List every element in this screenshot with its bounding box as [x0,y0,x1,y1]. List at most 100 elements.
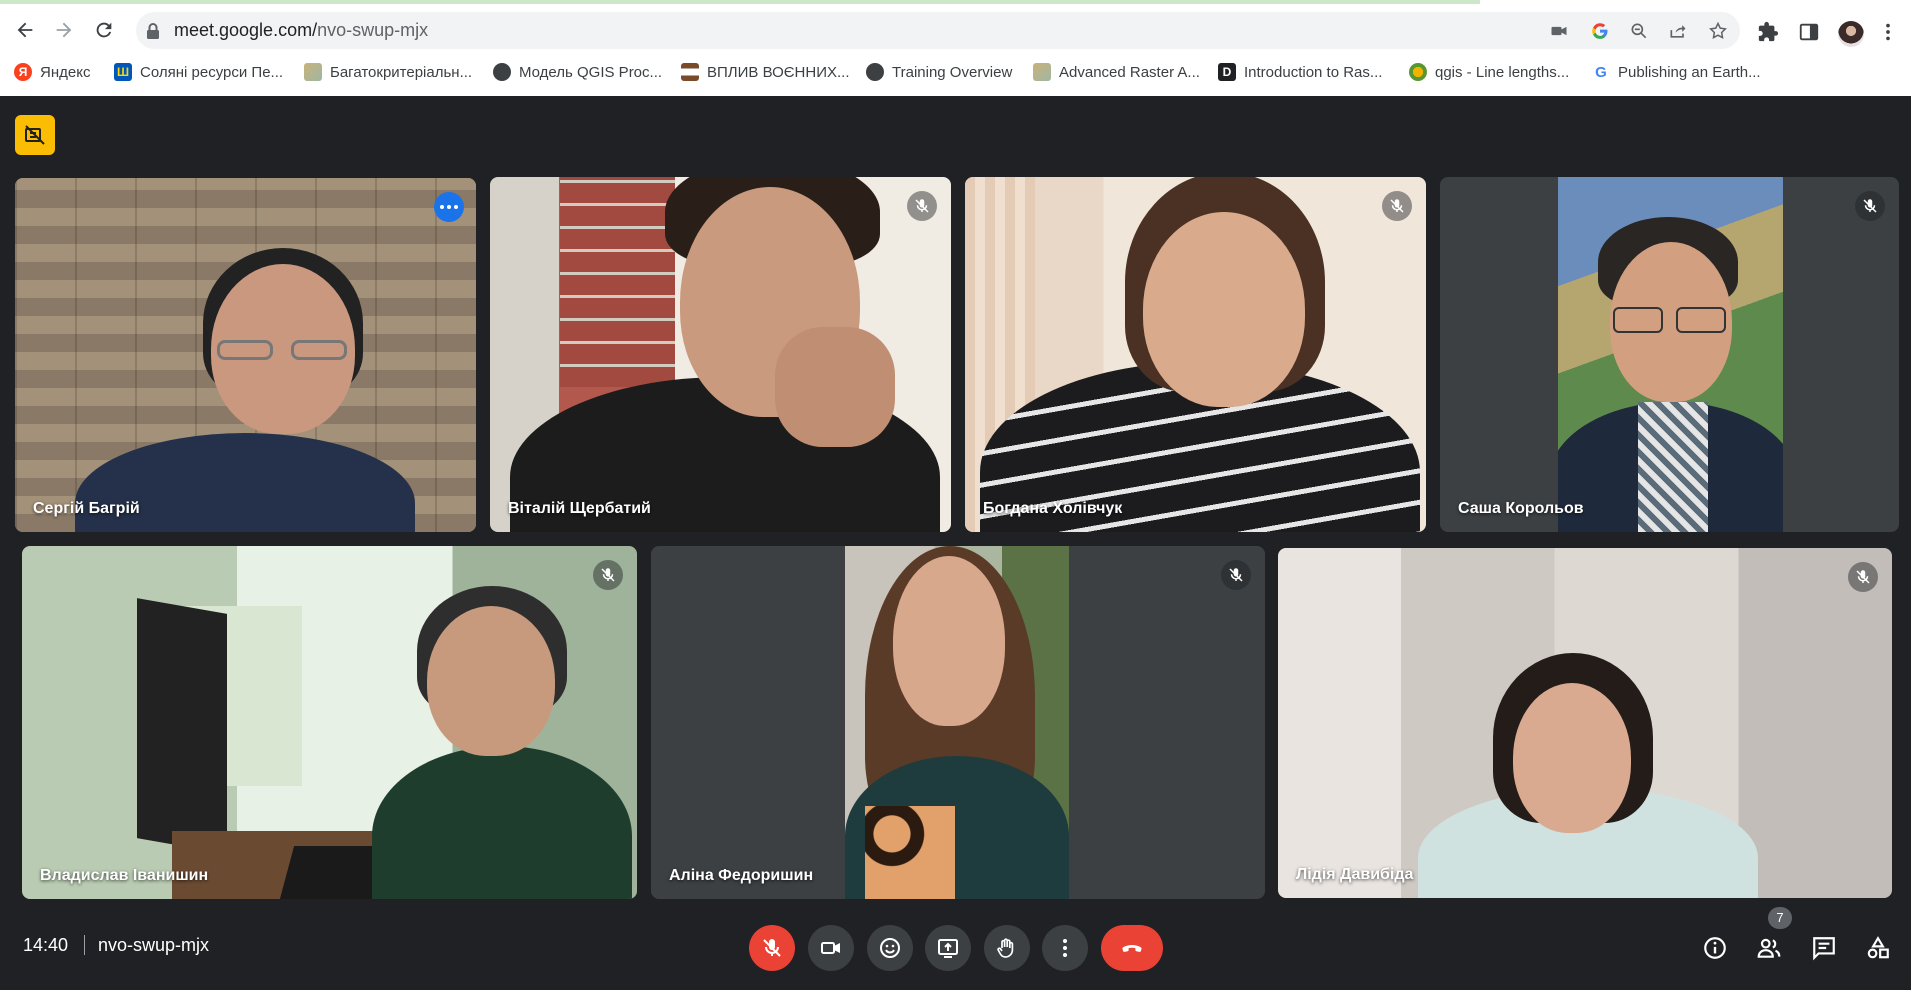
participant-video [22,546,637,899]
arrow-right-icon [56,22,72,38]
leave-call-button[interactable] [1101,925,1163,971]
page-load-progress [0,0,1480,4]
participant-video [1558,177,1783,532]
present-screen-icon [938,939,958,958]
bookmark-star-icon[interactable] [1707,20,1729,42]
meeting-code: nvo-swup-mjx [98,935,210,955]
mic-off-icon [1382,191,1412,221]
browser-toolbar: meet.google.com/nvo-swup-mjx [0,8,1911,50]
bookmark-item[interactable]: qgis - Line lengths... [1409,60,1569,84]
participant-name: Сергій Багрій [33,500,140,517]
browser-menu-icon[interactable] [1876,20,1900,44]
d-icon: D [1218,63,1236,81]
more-options-icon[interactable] [434,192,464,222]
mic-off-icon [593,560,623,590]
participant-tile[interactable]: Аліна Федоришин [651,546,1265,899]
more-vertical-icon [1063,939,1067,957]
bookmark-label: ВПЛИВ ВОЄННИХ... [707,63,850,81]
divider [84,935,85,955]
qgis-icon [1409,63,1427,81]
mic-off-icon [907,191,937,221]
google-lens-icon[interactable] [1589,20,1611,42]
meeting-clock: 14:40 [23,935,69,955]
lock-icon [147,23,159,39]
participant-tile[interactable]: Віталій Щербатий [490,177,951,532]
participant-name: Саша Корольов [1458,500,1584,517]
zoom-icon[interactable] [1628,20,1650,42]
participant-tile[interactable]: Лідія Давибіда [1278,548,1892,898]
microphone-toggle-button[interactable] [749,925,795,971]
participant-video [845,546,1069,899]
more-options-button[interactable] [1042,925,1088,971]
map-icon [1033,63,1051,81]
chat-icon [1813,937,1835,961]
emoji-icon [880,938,900,958]
video-camera-icon [821,942,840,954]
bookmark-item[interactable]: Я Яндекс [14,60,90,84]
bookmark-item[interactable]: Багатокритеріальн... [304,60,472,84]
globe-icon [493,63,511,81]
camera-blocked-icon[interactable] [1548,20,1570,42]
people-button[interactable] [1754,933,1784,963]
map-icon [304,63,322,81]
bookmark-item[interactable]: Training Overview [866,60,1012,84]
reactions-button[interactable] [867,925,913,971]
bookmark-label: Training Overview [892,63,1013,81]
meeting-details-button[interactable] [1700,933,1730,963]
participant-name: Богдана Холівчук [983,500,1123,517]
info-icon [1704,937,1726,959]
chat-button[interactable] [1809,933,1839,963]
extensions-icon[interactable] [1756,20,1780,44]
participant-name: Лідія Давибіда [1296,866,1414,883]
mic-off-icon [1855,191,1885,221]
no-camera-icon [25,125,45,145]
url-text[interactable]: meet.google.com/nvo-swup-mjx [174,20,428,41]
browser-chrome: meet.google.com/nvo-swup-mjx Я Яндекс Ш … [0,0,1911,96]
participant-tile[interactable]: Владислав Іванишин [22,546,637,899]
back-button[interactable] [9,14,41,46]
participant-video [15,178,476,532]
camera-toggle-button[interactable] [808,925,854,971]
side-panel-icon[interactable] [1797,20,1821,44]
bookmark-label: Publishing an Earth... [1618,63,1761,81]
bookmark-label: Advanced Raster A... [1059,63,1200,81]
participant-name: Владислав Іванишин [40,867,209,884]
participant-video [490,177,951,532]
camera-off-badge[interactable] [15,115,55,155]
people-count-badge: 7 [1768,907,1792,929]
mic-off-icon [763,939,781,957]
share-icon[interactable] [1667,20,1689,42]
meeting-controls-bar: 14:40 nvo-swup-mjx 7 [0,905,1911,990]
trident-icon: Ш [114,63,132,81]
forward-button[interactable] [48,14,80,46]
stripe-icon [681,63,699,81]
participant-name: Віталій Щербатий [508,500,651,517]
bookmark-item[interactable]: Ш Соляні ресурси Пе... [114,60,283,84]
bookmarks-bar: Я Яндекс Ш Соляні ресурси Пе... Багатокр… [0,58,1911,86]
raise-hand-button[interactable] [984,925,1030,971]
bookmark-item[interactable]: ВПЛИВ ВОЄННИХ... [681,60,850,84]
reload-button[interactable] [88,14,120,46]
globe-icon [866,63,884,81]
bookmark-item[interactable]: Модель QGIS Proc... [493,60,662,84]
bookmark-item[interactable]: D Introduction to Ras... [1218,60,1382,84]
bookmark-label: Introduction to Ras... [1244,63,1383,81]
present-screen-button[interactable] [925,925,971,971]
activities-button[interactable] [1863,933,1893,963]
activities-icon [1867,936,1889,959]
google-icon: G [1592,63,1610,81]
participant-tile[interactable]: Саша Корольов [1440,177,1899,532]
bookmark-item[interactable]: Advanced Raster A... [1033,60,1200,84]
yandex-icon: Я [14,63,32,81]
participant-video [965,177,1426,532]
url-path: nvo-swup-mjx [317,20,429,40]
people-icon [1757,938,1781,958]
participant-tile[interactable]: Богдана Холівчук [965,177,1426,532]
hand-icon [997,938,1014,958]
profile-avatar[interactable] [1838,21,1864,47]
url-host: meet.google.com/ [174,20,318,40]
bookmark-item[interactable]: G Publishing an Earth... [1592,60,1761,84]
participant-tile[interactable]: Сергій Багрій [15,178,476,532]
bookmark-label: Яндекс [40,63,91,81]
arrow-left-icon [17,22,33,38]
